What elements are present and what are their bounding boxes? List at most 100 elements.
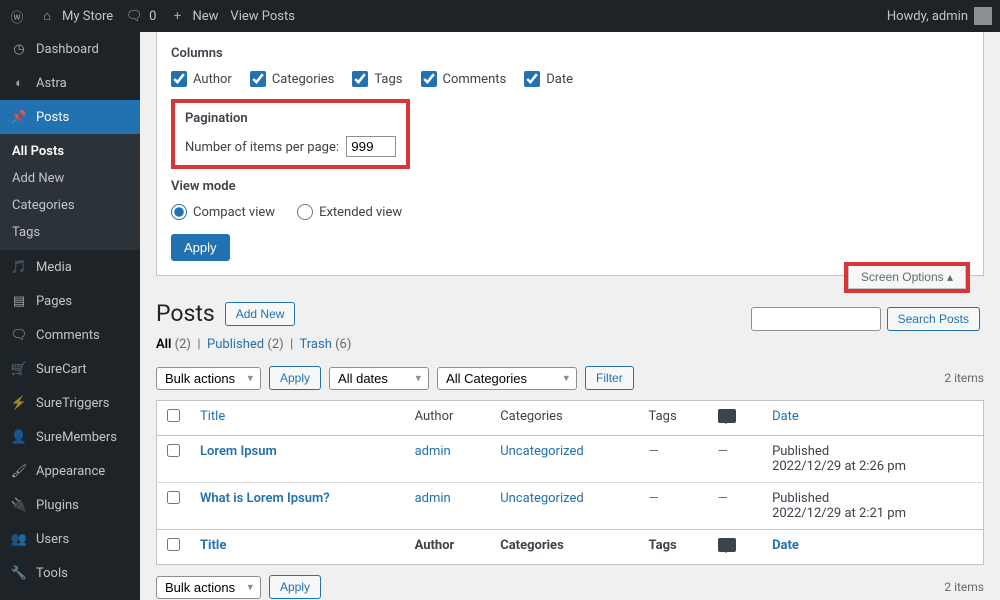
tags-cell: — <box>639 483 708 530</box>
category-link[interactable]: Uncategorized <box>500 444 583 459</box>
checkbox-label: Categories <box>272 72 335 87</box>
checkbox-date[interactable] <box>524 71 540 87</box>
row-checkbox[interactable] <box>167 444 180 457</box>
col-title-foot[interactable]: Title <box>200 538 226 553</box>
sidebar-item-astra[interactable]: ◐Astra <box>0 66 140 100</box>
page-title: Posts <box>156 300 215 327</box>
apply-bulk-button-bottom[interactable]: Apply <box>269 575 321 599</box>
column-tags-toggle[interactable]: Tags <box>352 71 402 87</box>
category-link[interactable]: Uncategorized <box>500 491 583 506</box>
post-title-link[interactable]: Lorem Ipsum <box>200 444 277 459</box>
comments-link[interactable]: 🗨0 <box>125 7 156 25</box>
bulk-actions-select[interactable]: Bulk actions <box>156 367 261 390</box>
sidebar-item-users[interactable]: 👥Users <box>0 522 140 556</box>
category-filter-select[interactable]: All Categories <box>437 367 577 390</box>
column-date-toggle[interactable]: Date <box>524 71 573 87</box>
sidebar-label: SureMembers <box>36 430 117 445</box>
comments-cell: — <box>708 436 762 483</box>
column-categories-toggle[interactable]: Categories <box>250 71 335 87</box>
pin-icon: 📌 <box>10 108 28 126</box>
sidebar-item-media[interactable]: 🎵Media <box>0 250 140 284</box>
viewmode-heading: View mode <box>171 179 969 194</box>
radio-extended[interactable] <box>297 204 313 220</box>
search-input[interactable] <box>751 307 881 331</box>
avatar <box>974 7 992 25</box>
col-comments <box>708 401 762 436</box>
col-title[interactable]: Title <box>200 409 225 424</box>
apply-bulk-button[interactable]: Apply <box>269 366 321 390</box>
submenu-add-new[interactable]: Add New <box>0 165 140 192</box>
person-icon: 👤 <box>10 428 28 446</box>
radio-compact[interactable] <box>171 204 187 220</box>
checkbox-tags[interactable] <box>352 71 368 87</box>
page-icon: ▤ <box>10 292 28 310</box>
checkbox-author[interactable] <box>171 71 187 87</box>
filter-all[interactable]: All <box>156 337 171 352</box>
row-checkbox[interactable] <box>167 491 180 504</box>
apply-screen-options-button[interactable]: Apply <box>171 234 230 261</box>
comment-icon: 🗨 <box>10 326 28 344</box>
extended-view-option[interactable]: Extended view <box>297 204 402 220</box>
search-box: Search Posts <box>751 307 980 331</box>
sidebar-item-pages[interactable]: ▤Pages <box>0 284 140 318</box>
sidebar-item-tools[interactable]: 🔧Tools <box>0 556 140 590</box>
author-link[interactable]: admin <box>415 491 451 506</box>
checkbox-categories[interactable] <box>250 71 266 87</box>
sidebar-item-suremembers[interactable]: 👤 SureMembers <box>0 420 140 454</box>
home-icon: ⌂ <box>38 7 56 25</box>
bulk-actions-select-bottom[interactable]: Bulk actions <box>156 576 261 599</box>
status-filter-links: All (2) | Published (2) | Trash (6) <box>140 337 1000 360</box>
author-link[interactable]: admin <box>415 444 451 459</box>
screen-options-toggle[interactable]: Screen Options ▴ <box>848 266 966 289</box>
sidebar-item-suretriggers[interactable]: ⚡ SureTriggers <box>0 386 140 420</box>
sidebar-label: SureTriggers <box>36 396 110 411</box>
filter-published[interactable]: Published <box>207 337 264 352</box>
sidebar-item-comments[interactable]: 🗨Comments <box>0 318 140 352</box>
sidebar-label: Plugins <box>36 498 79 513</box>
sidebar-item-posts[interactable]: 📌Posts <box>0 100 140 134</box>
tags-cell: — <box>639 436 708 483</box>
posts-submenu: All Posts Add New Categories Tags <box>0 134 140 250</box>
col-author-foot: Author <box>405 530 491 565</box>
plus-icon: + <box>168 7 186 25</box>
sidebar-label: Users <box>36 532 69 547</box>
filter-trash[interactable]: Trash <box>300 337 332 352</box>
checkbox-label: Tags <box>374 72 402 87</box>
filter-button[interactable]: Filter <box>585 366 634 390</box>
sidebar-label: SureCart <box>36 362 87 377</box>
trash-count: (6) <box>335 337 351 352</box>
column-comments-toggle[interactable]: Comments <box>421 71 507 87</box>
sidebar-item-settings[interactable]: ⚙Settings <box>0 590 140 600</box>
add-new-button[interactable]: Add New <box>225 302 296 326</box>
select-all-top[interactable] <box>167 409 180 422</box>
compact-view-option[interactable]: Compact view <box>171 204 275 220</box>
comments-cell: — <box>708 483 762 530</box>
howdy-link[interactable]: Howdy, admin <box>887 7 992 25</box>
sidebar-item-dashboard[interactable]: ◷ Dashboard <box>0 32 140 66</box>
new-content-link[interactable]: +New <box>168 7 218 25</box>
checkbox-comments[interactable] <box>421 71 437 87</box>
items-per-page-input[interactable] <box>346 136 396 157</box>
col-date[interactable]: Date <box>772 409 799 424</box>
checkbox-label: Date <box>546 72 573 87</box>
col-date-foot[interactable]: Date <box>772 538 799 553</box>
date-filter-select[interactable]: All dates <box>329 367 429 390</box>
sidebar-item-surecart[interactable]: 🛒SureCart <box>0 352 140 386</box>
submenu-all-posts[interactable]: All Posts <box>0 138 140 165</box>
select-all-bottom[interactable] <box>167 538 180 551</box>
column-author-toggle[interactable]: Author <box>171 71 232 87</box>
dashboard-icon: ◷ <box>10 40 28 58</box>
bolt-icon: ⚡ <box>10 394 28 412</box>
sidebar-item-plugins[interactable]: 🔌Plugins <box>0 488 140 522</box>
sidebar-label: Dashboard <box>36 42 99 57</box>
site-name-link[interactable]: ⌂My Store <box>38 7 113 25</box>
submenu-categories[interactable]: Categories <box>0 192 140 219</box>
search-posts-button[interactable]: Search Posts <box>887 307 980 331</box>
post-title-link[interactable]: What is Lorem Ipsum? <box>200 491 330 506</box>
sidebar-item-appearance[interactable]: 🖌Appearance <box>0 454 140 488</box>
view-posts-link[interactable]: View Posts <box>230 9 295 24</box>
submenu-tags[interactable]: Tags <box>0 219 140 246</box>
posts-table: Title Author Categories Tags Date Lorem … <box>156 400 984 565</box>
howdy-label: Howdy, admin <box>887 9 968 24</box>
wp-logo[interactable]: ⓦ <box>8 7 26 25</box>
